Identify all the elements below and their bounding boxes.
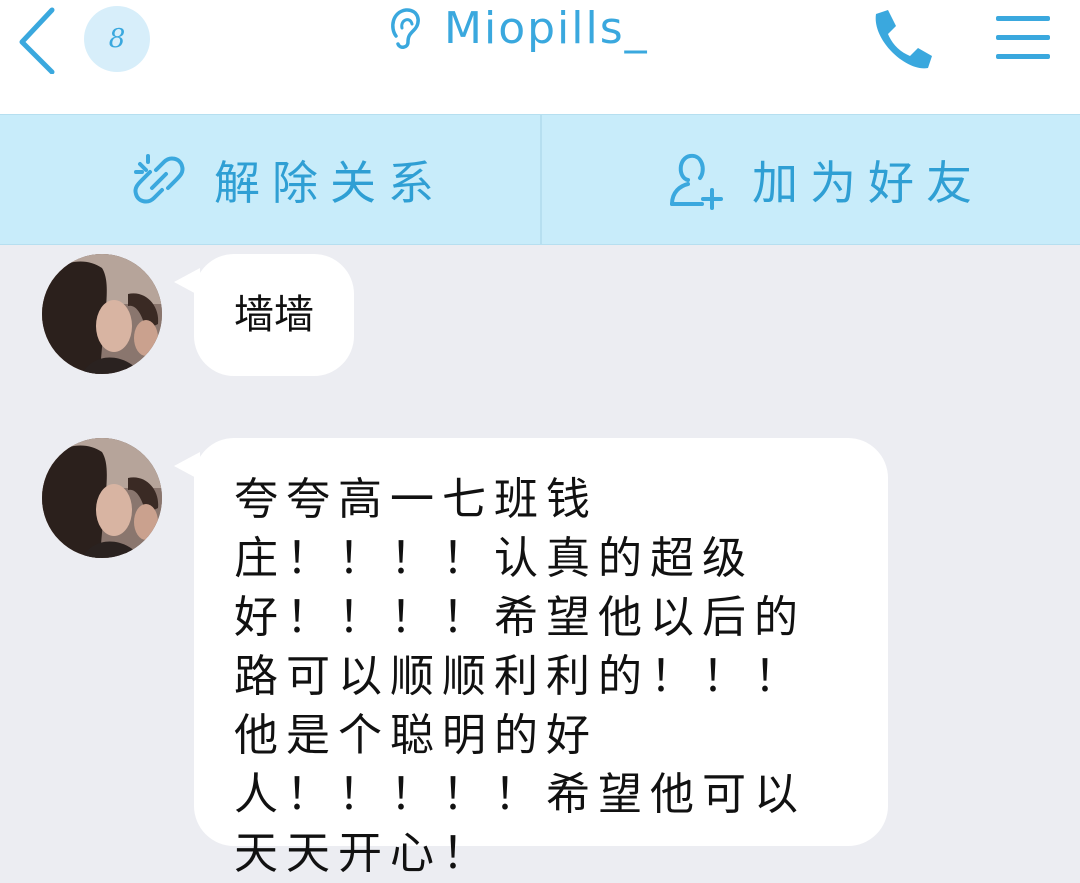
avatar-photo bbox=[42, 438, 162, 558]
phone-icon bbox=[875, 10, 932, 69]
menu-button[interactable] bbox=[994, 12, 1052, 64]
bubble-tail bbox=[174, 452, 200, 480]
hamburger-menu-icon bbox=[996, 16, 1050, 59]
avatar-photo bbox=[42, 254, 162, 374]
unread-count-badge[interactable]: 8 bbox=[84, 6, 150, 72]
add-friend-label: 加为好友 bbox=[752, 156, 984, 210]
bubble-tail bbox=[174, 268, 200, 296]
message-bubble[interactable]: 墙墙 bbox=[174, 254, 354, 376]
broken-link-icon bbox=[133, 154, 185, 204]
message-text: 夸夸高一七班钱庄！！！！认真的超级好！！！！希望他以后的路可以顺顺利利的！！！他… bbox=[234, 474, 806, 879]
relationship-action-bar: 解除关系 加为好友 bbox=[0, 114, 1080, 245]
chat-title-area[interactable]: Miopills_ bbox=[388, 0, 649, 56]
unlink-relationship-label: 解除关系 bbox=[214, 156, 446, 210]
ear-icon bbox=[391, 8, 420, 49]
message-text: 墙墙 bbox=[234, 292, 314, 338]
back-button[interactable] bbox=[14, 6, 64, 75]
chat-title: Miopills_ bbox=[444, 2, 649, 54]
message-bubble[interactable]: 夸夸高一七班钱庄！！！！认真的超级好！！！！希望他以后的路可以顺顺利利的！！！他… bbox=[174, 438, 888, 879]
unlink-relationship-button[interactable]: 解除关系 bbox=[0, 115, 539, 245]
chevron-left-icon bbox=[19, 7, 55, 75]
sender-avatar[interactable] bbox=[42, 438, 162, 558]
add-user-icon bbox=[670, 153, 723, 210]
call-button[interactable] bbox=[866, 6, 936, 72]
sender-avatar[interactable] bbox=[42, 254, 162, 374]
add-friend-button[interactable]: 加为好友 bbox=[540, 115, 1080, 245]
chat-header: 8 Miopills_ bbox=[0, 0, 1080, 114]
